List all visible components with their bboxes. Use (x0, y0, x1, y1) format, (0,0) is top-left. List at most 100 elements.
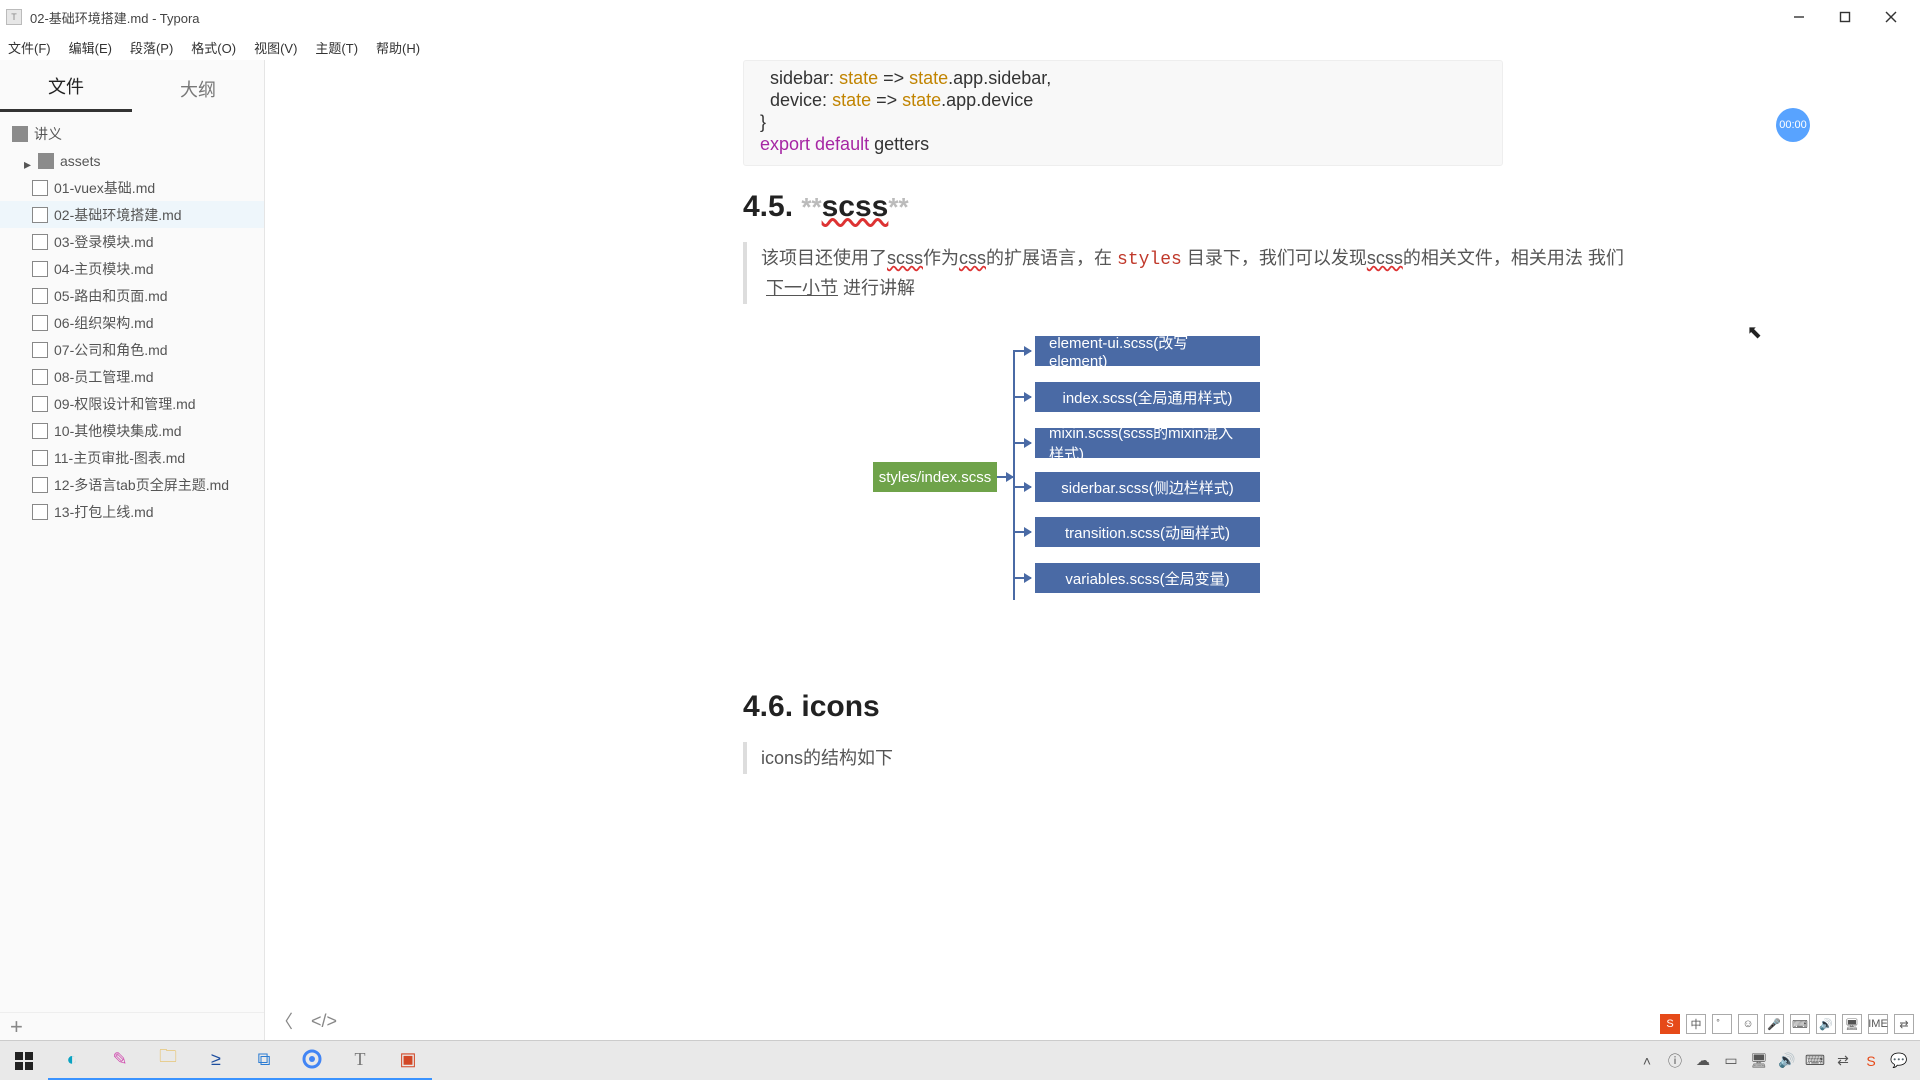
file-label: 10-其他模块集成.md (54, 421, 182, 441)
menu-format[interactable]: 格式(O) (191, 38, 236, 57)
tray-icon[interactable]: ▭ (1722, 1052, 1740, 1070)
app-icon: T (6, 9, 22, 25)
system-tray[interactable]: ˄ ⓘ ☁ ▭ 🖥 🔊 ⌨ ⇄ S 💬 (1638, 1052, 1920, 1070)
diagram-leaf: transition.scss(动画样式) (1035, 517, 1260, 547)
file-item[interactable]: 05-路由和页面.md (0, 282, 264, 309)
back-button[interactable]: 〈 (275, 1008, 293, 1034)
file-item[interactable]: 08-员工管理.md (0, 363, 264, 390)
file-icon (32, 477, 48, 493)
tray-icon[interactable]: S (1862, 1052, 1880, 1070)
file-item[interactable]: 03-登录模块.md (0, 228, 264, 255)
taskbar-app[interactable]: 🗀 (144, 1041, 192, 1080)
tray-keyboard-icon[interactable]: ⌨ (1806, 1052, 1824, 1070)
scss-diagram: styles/index.scss element-ui.scss(改写elem… (873, 330, 1633, 650)
file-tree: 讲义 ▸ assets 01-vuex基础.md 02-基础环境搭建.md 03-登… (0, 112, 264, 1012)
code-block[interactable]: sidebar: state => state.app.sidebar, dev… (743, 60, 1503, 166)
file-icon (32, 207, 48, 223)
tray-icon[interactable]: ⓘ (1666, 1052, 1684, 1070)
tray-volume-icon[interactable]: 🔊 (1778, 1052, 1796, 1070)
folder-label: 讲义 (34, 124, 62, 144)
file-item[interactable]: 12-多语言tab页全屏主题.md (0, 471, 264, 498)
tray-chevron-icon[interactable]: ˄ (1638, 1052, 1656, 1070)
sogou-icon[interactable]: S (1660, 1014, 1680, 1034)
tray-icon[interactable]: ⇄ (1894, 1014, 1914, 1034)
file-item[interactable]: 07-公司和角色.md (0, 336, 264, 363)
diagram-leaf: element-ui.scss(改写element) (1035, 336, 1260, 366)
taskbar-app[interactable]: ⧉ (240, 1041, 288, 1080)
tray-icon[interactable]: 🖥 (1842, 1014, 1862, 1034)
tray-icon[interactable]: 🔊 (1816, 1014, 1836, 1034)
menu-help[interactable]: 帮助(H) (376, 38, 420, 57)
file-item[interactable]: 04-主页模块.md (0, 255, 264, 282)
file-label: 08-员工管理.md (54, 367, 154, 387)
window-title: 02-基础环境搭建.md - Typora (30, 8, 200, 27)
menu-paragraph[interactable]: 段落(P) (130, 38, 173, 57)
cursor-icon: ⬉ (1747, 322, 1762, 343)
file-item[interactable]: 02-基础环境搭建.md (0, 201, 264, 228)
sidebar: 文件 大纲 讲义 ▸ assets 01-vuex基础.md 02-基础环境搭建.… (0, 60, 265, 1040)
menu-file[interactable]: 文件(F) (8, 38, 51, 57)
taskbar-app[interactable]: ✎ (96, 1041, 144, 1080)
taskbar-app-typora[interactable]: T (336, 1041, 384, 1080)
source-code-toggle[interactable]: </> (311, 1011, 337, 1032)
file-label: 11-主页审批-图表.md (54, 448, 185, 468)
start-button[interactable] (0, 1041, 48, 1080)
file-icon (32, 315, 48, 331)
taskbar-app[interactable]: ▣ (384, 1041, 432, 1080)
maximize-button[interactable] (1822, 2, 1868, 32)
taskbar-app[interactable] (288, 1041, 336, 1080)
tray-icon[interactable]: ☺ (1738, 1014, 1758, 1034)
tray-icon[interactable]: ゜ (1712, 1014, 1732, 1034)
file-item[interactable]: 13-打包上线.md (0, 498, 264, 525)
file-icon (32, 234, 48, 250)
file-label: 07-公司和角色.md (54, 340, 168, 360)
tree-folder-assets[interactable]: ▸ assets (0, 147, 264, 174)
menu-theme[interactable]: 主题(T) (315, 38, 358, 57)
tray-icon[interactable]: 🎤 (1764, 1014, 1784, 1034)
tray-icon[interactable]: ☁ (1694, 1052, 1712, 1070)
folder-icon (12, 126, 28, 142)
heading-4-5[interactable]: 4.5. **scss** (743, 190, 1680, 224)
ime-toolbar[interactable]: S 中 ゜ ☺ 🎤 ⌨ 🔊 🖥 IME ⇄ (1660, 1014, 1914, 1034)
blockquote-icons[interactable]: icons的结构如下 (743, 742, 1680, 774)
tab-files[interactable]: 文件 (0, 73, 132, 112)
tray-icon[interactable]: IME (1868, 1014, 1888, 1034)
file-label: 01-vuex基础.md (54, 178, 155, 198)
tray-icon[interactable]: 🖥 (1750, 1052, 1768, 1070)
file-icon (32, 261, 48, 277)
diagram-leaf: mixin.scss(scss的mixin混入样式) (1035, 428, 1260, 458)
taskbar: ◐ ✎ 🗀 ≥ ⧉ T ▣ ˄ ⓘ ☁ ▭ 🖥 🔊 ⌨ ⇄ S 💬 (0, 1040, 1920, 1080)
close-button[interactable] (1868, 2, 1914, 32)
file-label: 03-登录模块.md (54, 232, 154, 252)
add-file-button[interactable]: + (10, 1014, 23, 1040)
tray-icon[interactable]: 中 (1686, 1014, 1706, 1034)
diagram-leaf: siderbar.scss(侧边栏样式) (1035, 472, 1260, 502)
taskbar-app[interactable]: ≥ (192, 1041, 240, 1080)
taskbar-app[interactable]: ◐ (48, 1041, 96, 1080)
tab-outline[interactable]: 大纲 (132, 76, 264, 112)
file-item[interactable]: 06-组织架构.md (0, 309, 264, 336)
file-item[interactable]: 11-主页审批-图表.md (0, 444, 264, 471)
tray-icon[interactable]: ⇄ (1834, 1052, 1852, 1070)
title-bar: T 02-基础环境搭建.md - Typora (0, 0, 1920, 34)
heading-4-6[interactable]: 4.6. icons (743, 690, 1680, 724)
recording-timer-badge: 00:00 (1776, 108, 1810, 142)
file-label: 09-权限设计和管理.md (54, 394, 196, 414)
blockquote-scss[interactable]: 该项目还使用了scss作为css的扩展语言，在 styles 目录下，我们可以发… (743, 242, 1680, 304)
folder-icon (38, 153, 54, 169)
file-item[interactable]: 09-权限设计和管理.md (0, 390, 264, 417)
minimize-button[interactable] (1776, 2, 1822, 32)
file-item[interactable]: 01-vuex基础.md (0, 174, 264, 201)
file-icon (32, 288, 48, 304)
file-item[interactable]: 10-其他模块集成.md (0, 417, 264, 444)
folder-label: assets (60, 153, 100, 169)
diagram-leaf: variables.scss(全局变量) (1035, 563, 1260, 593)
tree-folder-root[interactable]: 讲义 (0, 120, 264, 147)
editor-area[interactable]: 00:00 ⬉ sidebar: state => state.app.side… (265, 60, 1920, 1040)
diagram-root: styles/index.scss (873, 462, 997, 492)
tray-icon[interactable]: ⌨ (1790, 1014, 1810, 1034)
tray-notifications-icon[interactable]: 💬 (1890, 1052, 1908, 1070)
menu-edit[interactable]: 编辑(E) (69, 38, 112, 57)
file-icon (32, 180, 48, 196)
menu-view[interactable]: 视图(V) (254, 38, 297, 57)
